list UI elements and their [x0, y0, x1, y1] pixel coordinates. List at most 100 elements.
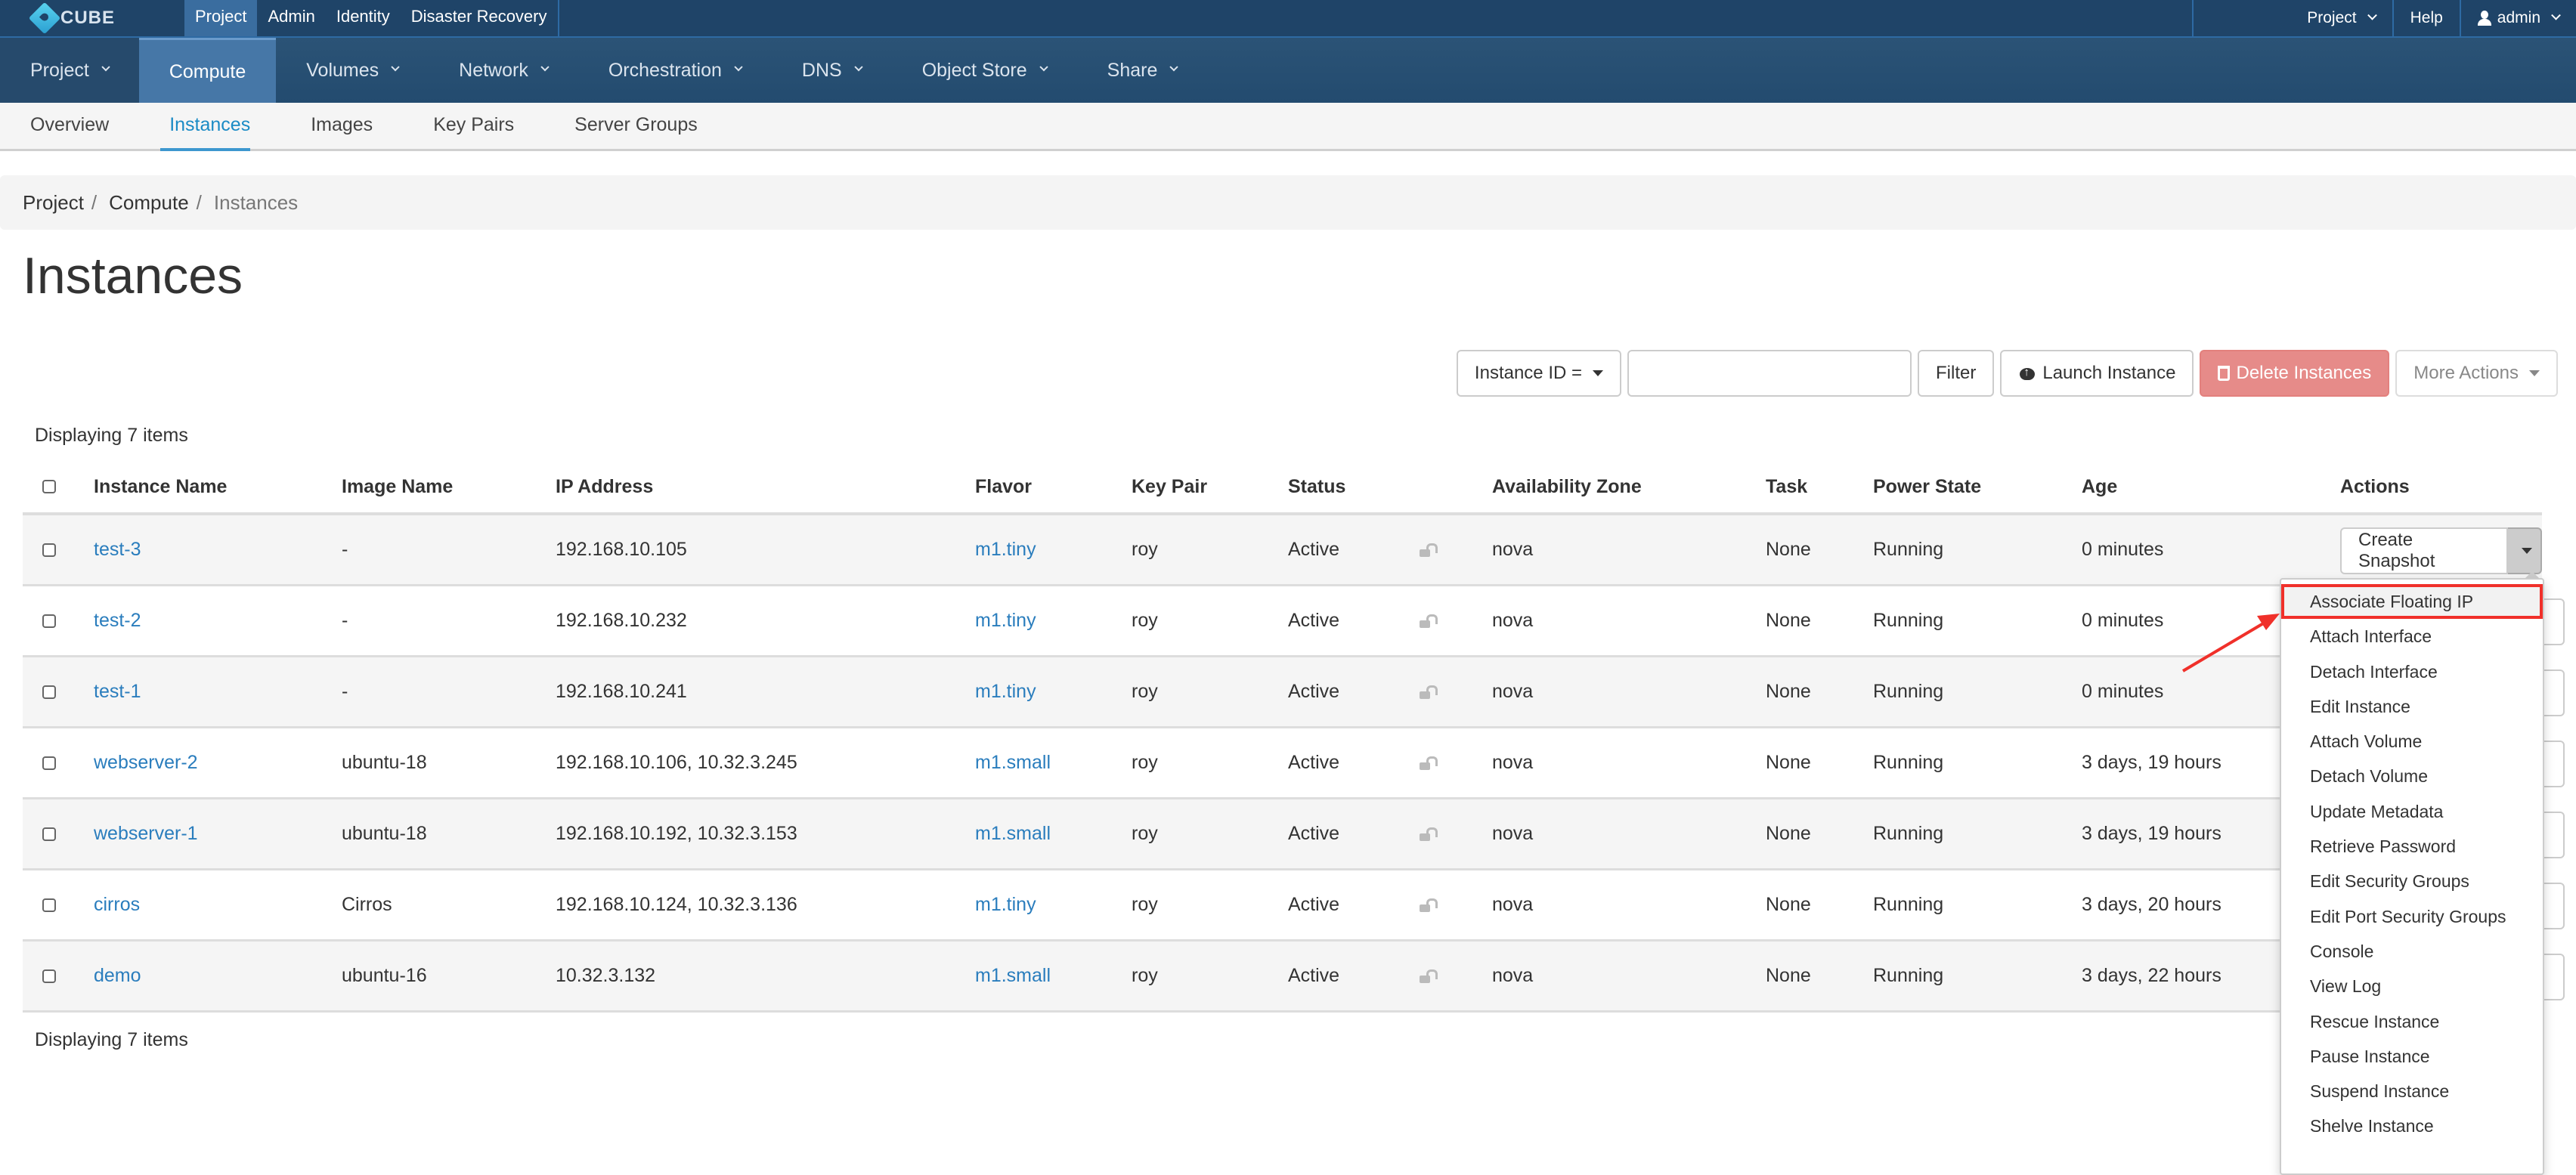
- nav-share[interactable]: Share: [1077, 38, 1208, 103]
- dashboard-tab-disaster-recovery[interactable]: Disaster Recovery: [401, 0, 558, 36]
- more-actions-button[interactable]: More Actions: [2395, 350, 2558, 397]
- status: Active: [1288, 965, 1340, 986]
- row-checkbox[interactable]: [42, 827, 56, 841]
- table-header: Instance Name Image Name IP Address Flav…: [23, 461, 2542, 515]
- status: Active: [1288, 823, 1340, 844]
- create-snapshot-button[interactable]: Create Snapshot: [2340, 527, 2509, 574]
- instance-name-link[interactable]: cirros: [94, 894, 140, 916]
- delete-instances-button[interactable]: Delete Instances: [2200, 350, 2390, 397]
- launch-instance-button[interactable]: Launch Instance: [2000, 350, 2194, 397]
- age: 0 minutes: [2082, 539, 2164, 560]
- flavor-link[interactable]: m1.tiny: [975, 539, 1036, 561]
- instance-name-link[interactable]: test-3: [94, 539, 141, 561]
- table-row: test-2 - 192.168.10.232 m1.tiny roy Active nov…: [23, 586, 2565, 657]
- flavor-link[interactable]: m1.tiny: [975, 610, 1036, 632]
- nav-object-store[interactable]: Object Store: [892, 38, 1077, 103]
- menu-item-suspend-instance[interactable]: Suspend Instance: [2281, 1074, 2543, 1109]
- project-switcher[interactable]: Project: [2192, 0, 2392, 36]
- tab-overview[interactable]: Overview: [0, 103, 139, 149]
- filter-field-select[interactable]: Instance ID =: [1456, 350, 1621, 397]
- age: 3 days, 19 hours: [2082, 752, 2221, 773]
- nav-project[interactable]: Project: [0, 38, 139, 103]
- column-header[interactable]: Task: [1766, 476, 1807, 498]
- instance-name-link[interactable]: webserver-2: [94, 752, 198, 774]
- instance-name-link[interactable]: test-2: [94, 610, 141, 632]
- flavor-link[interactable]: m1.tiny: [975, 894, 1036, 916]
- nav-network[interactable]: Network: [429, 38, 578, 103]
- menu-item-danger-truncated[interactable]: [2281, 1144, 2543, 1162]
- nav-compute[interactable]: Compute: [138, 38, 277, 103]
- nav-orchestration[interactable]: Orchestration: [578, 38, 772, 103]
- row-checkbox[interactable]: [42, 898, 56, 912]
- column-header[interactable]: Age: [2082, 476, 2117, 498]
- menu-item-rescue-instance[interactable]: Rescue Instance: [2281, 1004, 2543, 1039]
- nav-volumes[interactable]: Volumes: [276, 38, 429, 103]
- power-state: Running: [1873, 823, 1944, 844]
- row-checkbox[interactable]: [42, 614, 56, 628]
- menu-item-edit-instance[interactable]: Edit Instance: [2281, 689, 2543, 724]
- menu-item-pause-instance[interactable]: Pause Instance: [2281, 1039, 2543, 1074]
- tab-key-pairs[interactable]: Key Pairs: [403, 103, 544, 149]
- filter-button-label: Filter: [1936, 363, 1977, 383]
- column-header[interactable]: Flavor: [975, 476, 1032, 498]
- instance-name-link[interactable]: test-1: [94, 681, 141, 703]
- ip-address: 10.32.3.132: [556, 965, 656, 986]
- row-checkbox[interactable]: [42, 685, 56, 699]
- filter-button[interactable]: Filter: [1918, 350, 1995, 397]
- menu-item-associate-floating-ip[interactable]: Associate Floating IP: [2281, 584, 2543, 620]
- flavor-link[interactable]: m1.tiny: [975, 681, 1036, 703]
- menu-item-shelve-instance[interactable]: Shelve Instance: [2281, 1109, 2543, 1143]
- column-header[interactable]: Image Name: [342, 476, 453, 498]
- column-header[interactable]: Availability Zone: [1492, 476, 1642, 498]
- caret-down-icon: [2521, 548, 2532, 554]
- menu-item-edit-security-groups[interactable]: Edit Security Groups: [2281, 864, 2543, 898]
- row-checkbox[interactable]: [42, 756, 56, 770]
- tab-server-groups[interactable]: Server Groups: [544, 103, 728, 149]
- menu-item-detach-interface[interactable]: Detach Interface: [2281, 654, 2543, 689]
- tab-images[interactable]: Images: [280, 103, 403, 149]
- nav-label: Network: [459, 60, 528, 81]
- menu-item-retrieve-password[interactable]: Retrieve Password: [2281, 829, 2543, 864]
- column-header: Actions: [2340, 475, 2410, 497]
- menu-item-detach-volume[interactable]: Detach Volume: [2281, 759, 2543, 793]
- ip-address: 192.168.10.192, 10.32.3.153: [556, 823, 797, 844]
- select-all-checkbox[interactable]: [42, 480, 56, 493]
- table-row: demo ubuntu-16 10.32.3.132 m1.small roy Activ…: [23, 942, 2565, 1013]
- brand-logo[interactable]: CUBE: [28, 2, 115, 35]
- tab-instances[interactable]: Instances: [139, 103, 280, 151]
- menu-item-console[interactable]: Console: [2281, 934, 2543, 969]
- menu-item-edit-port-security-groups[interactable]: Edit Port Security Groups: [2281, 899, 2543, 934]
- column-header[interactable]: Instance Name: [94, 476, 227, 498]
- row-actions-toggle[interactable]: [2508, 527, 2542, 574]
- nav-dns[interactable]: DNS: [772, 38, 892, 103]
- column-header[interactable]: Key Pair: [1132, 476, 1207, 498]
- flavor-link[interactable]: m1.small: [975, 823, 1051, 845]
- menu-item-attach-volume[interactable]: Attach Volume: [2281, 724, 2543, 759]
- dashboard-tab-project[interactable]: Project: [184, 0, 258, 36]
- menu-item-view-log[interactable]: View Log: [2281, 969, 2543, 1003]
- row-checkbox[interactable]: [42, 969, 56, 983]
- flavor-link[interactable]: m1.small: [975, 752, 1051, 774]
- menu-item-update-metadata[interactable]: Update Metadata: [2281, 794, 2543, 829]
- project-switcher-label: Project: [2307, 9, 2357, 26]
- ip-address: 192.168.10.124, 10.32.3.136: [556, 894, 797, 915]
- column-header[interactable]: Power State: [1873, 476, 1981, 498]
- filter-input[interactable]: [1627, 350, 1912, 397]
- instance-name-link[interactable]: demo: [94, 965, 141, 987]
- dashboard-tab-admin[interactable]: Admin: [257, 0, 325, 36]
- instance-name-link[interactable]: webserver-1: [94, 823, 198, 845]
- image-name: ubuntu-18: [342, 752, 427, 773]
- row-checkbox[interactable]: [42, 543, 56, 557]
- menu-item-attach-interface[interactable]: Attach Interface: [2281, 619, 2543, 654]
- breadcrumb-compute[interactable]: Compute: [109, 191, 189, 215]
- column-header[interactable]: Status: [1288, 476, 1345, 498]
- user-menu[interactable]: admin: [2459, 0, 2576, 36]
- dashboard-tab-identity[interactable]: Identity: [326, 0, 401, 36]
- status: Active: [1288, 610, 1340, 631]
- flavor-link[interactable]: m1.small: [975, 965, 1051, 987]
- chevron-down-icon: [2367, 10, 2377, 20]
- nav-label: Compute: [169, 60, 246, 82]
- help-link[interactable]: Help: [2392, 0, 2460, 36]
- column-header[interactable]: IP Address: [556, 476, 653, 498]
- breadcrumb-project[interactable]: Project: [23, 191, 84, 215]
